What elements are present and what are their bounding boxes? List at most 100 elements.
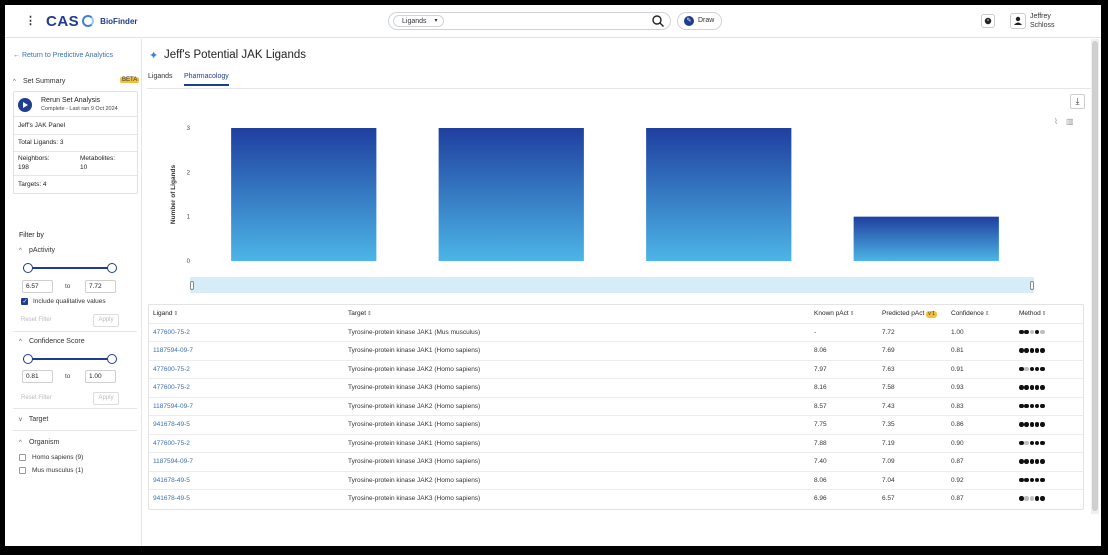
confidence-cell: 0.81 (951, 347, 964, 354)
metabolites-value: 10 (80, 164, 88, 171)
scrollbar-thumb[interactable] (1092, 41, 1098, 511)
bar-chart-icon[interactable]: ▥ (1066, 117, 1074, 126)
ligand-link[interactable]: 941678-49-5 (153, 416, 190, 434)
ligand-link[interactable]: 941678-49-5 (153, 490, 190, 508)
confidence-min-input[interactable]: 0.81 (22, 370, 53, 383)
range-end-handle[interactable] (1030, 281, 1034, 290)
search-icon[interactable] (651, 14, 665, 28)
qualitative-checkbox[interactable] (21, 298, 28, 305)
apply-button[interactable]: Apply (93, 392, 119, 405)
table-row[interactable]: 477600-75-2 Tyrosine-protein kinase JAK3 … (149, 379, 1083, 398)
method-rating (1019, 324, 1045, 342)
line-chart-icon[interactable]: ⌇ (1054, 117, 1058, 126)
col-header-target[interactable]: Target⇕ (348, 305, 372, 323)
predicted-pact-cell: 7.63 (882, 365, 895, 373)
table-row[interactable]: 477600-75-2 Tyrosine-protein kinase JAK1 … (149, 435, 1083, 453)
y-tick-label: 3 (187, 126, 191, 132)
apply-button[interactable]: Apply (93, 314, 119, 327)
method-dot-filled (1029, 440, 1035, 446)
pactivity-slider[interactable] (23, 267, 116, 269)
chart-bar[interactable] (438, 128, 584, 261)
ligand-link[interactable]: 941678-49-5 (153, 472, 190, 490)
method-dot-filled (1029, 459, 1035, 464)
confidence-cell: 0.90 (951, 439, 964, 447)
organism-checkbox-mus-musculus[interactable] (19, 467, 26, 474)
user-button[interactable] (1010, 13, 1026, 29)
download-button[interactable]: ⤓ (1070, 94, 1085, 109)
method-dot-filled (1034, 496, 1040, 501)
chart-range-slider[interactable] (190, 277, 1034, 293)
col-header-method[interactable]: Method⇕ (1019, 305, 1046, 323)
search-type-select[interactable]: Ligands ▾ (393, 15, 444, 27)
chevron-down-icon: ▾ (434, 18, 438, 24)
play-icon[interactable] (18, 98, 32, 112)
pactivity-min-handle[interactable] (23, 263, 33, 273)
predicted-pact-cell: 7.58 (882, 384, 895, 391)
col-header-known-pact[interactable]: Known pAct⇕ (814, 305, 854, 323)
chart-bar[interactable] (646, 128, 792, 261)
table-row[interactable]: 477600-75-2 Tyrosine-protein kinase JAK2 … (149, 361, 1083, 379)
page-scrollbar[interactable] (1091, 39, 1099, 514)
col-header-confidence[interactable]: Confidence⇕ (951, 305, 990, 323)
method-dot-filled (1024, 348, 1029, 353)
confidence-min-handle[interactable] (23, 354, 33, 364)
table-row[interactable]: 1187594-09-7 Tyrosine-protein kinase JAK2… (149, 398, 1083, 416)
draw-label: Draw (698, 17, 715, 24)
tab-pharmacology[interactable]: Pharmacology (184, 73, 229, 86)
chart-bar[interactable] (853, 216, 999, 261)
confidence-toggle[interactable]: ^ Confidence Score (19, 338, 85, 345)
table-row[interactable]: 941678-49-5 Tyrosine-protein kinase JAK2 … (149, 472, 1083, 490)
ligand-link[interactable]: 477600-75-2 (153, 435, 190, 453)
method-dot-filled (1019, 422, 1024, 427)
organism-label: Organism (28, 439, 60, 446)
method-dot-filled (1034, 348, 1040, 353)
known-pact-cell: 8.06 (814, 347, 827, 354)
range-start-handle[interactable] (190, 281, 194, 290)
table-row[interactable]: 477600-75-2 Tyrosine-protein kinase JAK1 … (149, 324, 1083, 342)
table-row[interactable]: 941678-49-5 Tyrosine-protein kinase JAK1 … (149, 416, 1083, 435)
ligand-link[interactable]: 477600-75-2 (153, 361, 190, 379)
draw-button[interactable]: ✎ Draw (677, 12, 722, 30)
confidence-slider[interactable] (23, 358, 116, 360)
table-row[interactable]: 1187594-09-7 Tyrosine-protein kinase JAK3… (149, 453, 1083, 472)
ligand-link[interactable]: 1187594-09-7 (153, 453, 193, 471)
reset-filter-button[interactable]: Reset Filter (21, 317, 52, 323)
organism-toggle[interactable]: ^ Organism (19, 439, 59, 446)
pactivity-toggle[interactable]: ^ pActivity (19, 247, 55, 254)
tab-ligands[interactable]: Ligands (148, 73, 173, 80)
col-header-predicted-pact[interactable]: Predicted pAct v 1 (882, 305, 937, 323)
kebab-icon[interactable]: ⋮ (25, 14, 36, 28)
logo[interactable]: CAS BioFinder (46, 11, 138, 31)
ligand-link[interactable]: 477600-75-2 (153, 379, 190, 397)
pactivity-label: pActivity (28, 247, 56, 254)
ligand-link[interactable]: 1187594-09-7 (153, 342, 193, 360)
reset-filter-button[interactable]: Reset Filter (21, 395, 52, 401)
organism-checkbox-homo-sapiens[interactable] (19, 454, 26, 461)
target-toggle[interactable]: v Target (19, 416, 48, 423)
user-last-name: Schloss (1030, 22, 1055, 29)
confidence-max-input[interactable]: 1.00 (85, 370, 116, 383)
rerun-title[interactable]: Rerun Set Analysis (41, 97, 100, 104)
table-row[interactable]: 1187594-09-7 Tyrosine-protein kinase JAK1… (149, 342, 1083, 361)
pactivity-max-handle[interactable] (107, 263, 117, 273)
pactivity-max-input[interactable]: 7.72 (85, 280, 116, 293)
table-row[interactable]: 941678-49-5 Tyrosine-protein kinase JAK3 … (149, 490, 1083, 509)
known-pact-cell: 6.96 (814, 495, 827, 502)
method-dot-filled (1019, 329, 1024, 335)
known-pact-cell: 8.57 (814, 402, 827, 410)
search-bar[interactable]: Ligands ▾ (388, 12, 671, 30)
return-link[interactable]: ← Return to Predictive Analytics (13, 52, 113, 59)
ligand-link[interactable]: 1187594-09-7 (153, 398, 193, 416)
pactivity-min-input[interactable]: 6.57 (22, 280, 53, 293)
method-dot-filled (1040, 459, 1045, 464)
col-header-ligand[interactable]: Ligand⇕ (153, 305, 178, 323)
confidence-cell: 0.93 (951, 384, 964, 391)
set-summary-toggle[interactable]: ^ Set Summary (13, 78, 65, 85)
chart-bar[interactable] (231, 128, 377, 261)
target-cell: Tyrosine-protein kinase JAK3 (Homo sapie… (348, 458, 481, 465)
ligand-link[interactable]: 477600-75-2 (153, 324, 190, 342)
history-button[interactable] (981, 14, 995, 28)
known-pact-cell: 7.75 (814, 421, 827, 428)
user-name[interactable]: Jeffrey Schloss (1030, 12, 1070, 30)
confidence-max-handle[interactable] (107, 354, 117, 364)
